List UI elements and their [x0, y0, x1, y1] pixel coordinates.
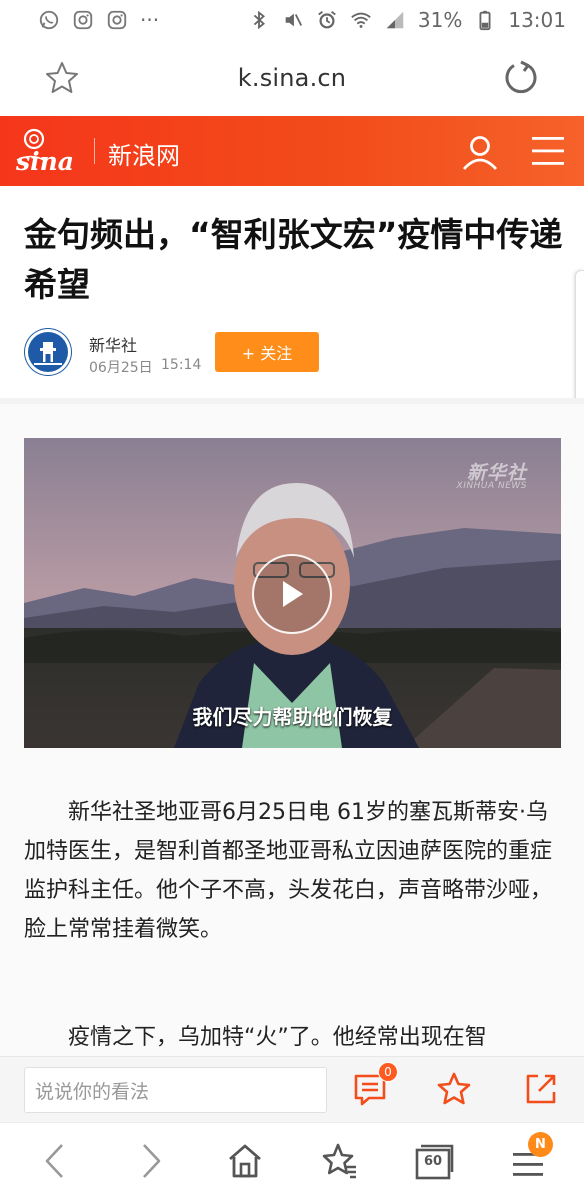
instagram-icon — [72, 9, 94, 31]
header-divider — [94, 138, 95, 164]
author-avatar[interactable] — [24, 328, 72, 376]
comment-count-badge: 0 — [378, 1062, 398, 1082]
comment-input[interactable]: 说说你的看法 — [24, 1067, 327, 1113]
user-icon[interactable] — [460, 132, 500, 172]
svg-text:sina: sina — [15, 147, 74, 174]
video-player[interactable]: 新华社 XINHUA NEWS 我们尽力帮助他们恢复 — [24, 438, 561, 748]
article-paragraph: 疫情之下，乌加特“火”了。他经常出现在智 — [68, 1025, 487, 1050]
video-subtitle: 我们尽力帮助他们恢复 — [192, 705, 393, 729]
sina-logo[interactable]: sina — [14, 128, 80, 174]
play-icon — [283, 581, 303, 607]
address-bar: k.sina.cn — [0, 40, 584, 116]
page: ··· 31% 13:01 k.sina.cn sina 新浪网 金句频出，“智… — [0, 0, 584, 1200]
follow-button-label: + 关注 — [241, 344, 293, 363]
author-name[interactable]: 新华社 — [89, 332, 137, 356]
mute-icon — [282, 9, 304, 31]
menu-icon[interactable] — [530, 134, 566, 168]
tabs-count: 60 — [423, 1154, 443, 1169]
follow-button[interactable]: + 关注 — [215, 332, 319, 372]
url-text[interactable]: k.sina.cn — [238, 64, 346, 92]
publish-date: 06月25日 — [89, 360, 153, 376]
battery-icon — [474, 9, 496, 31]
play-button[interactable] — [252, 554, 332, 634]
menu-notification-badge: N — [528, 1132, 553, 1157]
comment-input-placeholder: 说说你的看法 — [35, 1080, 150, 1103]
site-header: sina 新浪网 — [0, 116, 584, 186]
signal-icon — [384, 9, 406, 31]
bookmarks-icon[interactable] — [320, 1141, 360, 1181]
xinhua-logo-icon — [25, 329, 71, 375]
reload-icon[interactable] — [502, 59, 540, 97]
back-icon[interactable] — [36, 1141, 76, 1181]
favorite-star-icon[interactable] — [436, 1071, 472, 1107]
browser-nav-bar — [0, 1122, 584, 1200]
article-paragraph: 新华社圣地亚哥6月25日电 61岁的塞瓦斯蒂安·乌加特医生，是智利首都圣地亚哥私… — [24, 800, 553, 942]
battery-percent: 31% — [417, 8, 463, 32]
clock: 13:01 — [508, 8, 566, 32]
home-icon[interactable] — [225, 1141, 265, 1181]
site-name[interactable]: 新浪网 — [108, 136, 180, 171]
share-icon[interactable] — [523, 1071, 559, 1107]
comment-bar: 说说你的看法 0 — [0, 1056, 584, 1122]
instagram-icon — [106, 9, 128, 31]
article-headline: 金句频出，“智利张文宏”疫情中传递希望 — [24, 215, 563, 304]
forward-icon[interactable] — [130, 1141, 170, 1181]
alarm-icon — [316, 9, 338, 31]
status-bar: ··· 31% 13:01 — [0, 0, 584, 40]
video-watermark-sub: XINHUA NEWS — [456, 481, 527, 491]
whatsapp-icon — [38, 9, 60, 31]
bluetooth-icon — [248, 9, 270, 31]
bookmark-star-icon[interactable] — [44, 60, 80, 96]
more-notifications-icon: ··· — [140, 8, 160, 32]
wifi-icon — [350, 9, 372, 31]
publish-time: 15:14 — [161, 357, 202, 373]
